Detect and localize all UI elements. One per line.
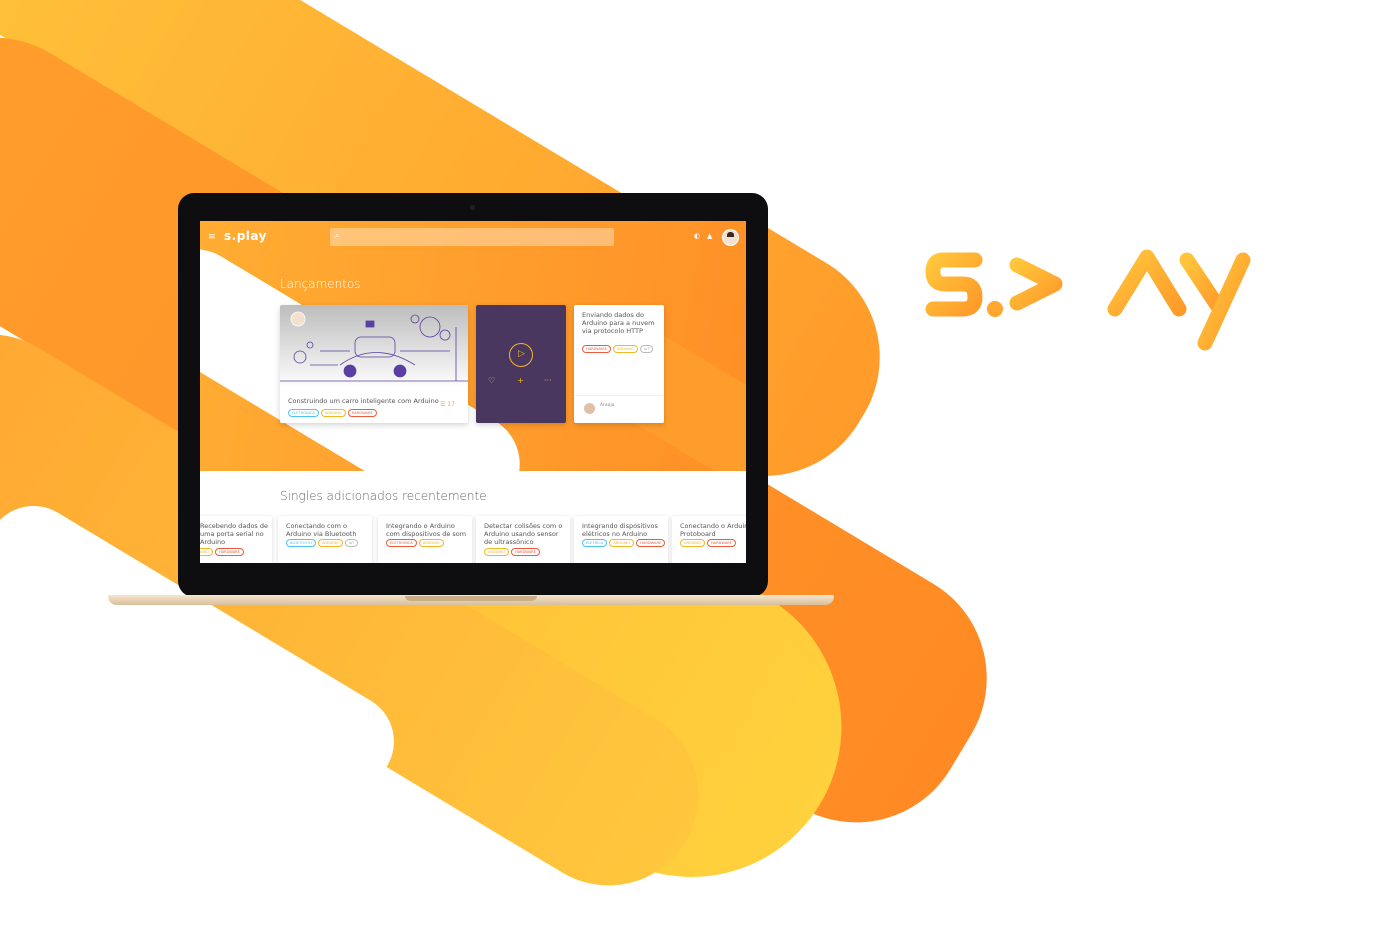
theme-icon[interactable]: ◐ [694, 232, 700, 240]
laptop-base-notch [405, 596, 537, 601]
search-input[interactable]: ⌕ [330, 228, 614, 246]
single-card[interactable]: Conectando o Arduino na Protoboard ARDUI… [672, 516, 746, 563]
app-logo[interactable]: s.play [224, 229, 267, 243]
featured-course-card[interactable]: Construindo um carro inteligente com Ard… [280, 305, 468, 423]
section-title-launches: Lançamentos [280, 277, 361, 291]
avatar[interactable] [722, 229, 739, 246]
course-title: Construindo um carro inteligente com Ard… [288, 397, 439, 405]
app-topbar: ≡ s.play ⌕ ◐ ▲ [200, 221, 746, 253]
tag[interactable]: IoT [639, 345, 654, 353]
single-tags: ARDUINO HARDWARE [200, 548, 244, 556]
robot-car-illustration [280, 311, 468, 382]
laptop-camera [470, 205, 475, 210]
splay-logo [925, 215, 1251, 351]
more-icon[interactable]: ··· [544, 376, 552, 385]
single-card[interactable]: Conectando com o Arduino via Bluetooth B… [278, 516, 372, 563]
heart-icon[interactable]: ♡ [488, 376, 495, 385]
single-tags: ARDUINO HARDWARE [680, 539, 736, 547]
tag[interactable]: ARDUINO [609, 539, 635, 547]
single-card[interactable]: Detectar colisões com o Arduino usando s… [476, 516, 570, 563]
author-name[interactable]: Araújo [600, 403, 615, 408]
tag[interactable]: ARDUINO [613, 345, 638, 353]
article-footer: Araújo [574, 395, 664, 423]
tag[interactable]: HARDWARE [706, 539, 736, 547]
tag[interactable]: ARDUINO [418, 539, 444, 547]
play-icon: ▷ [518, 349, 525, 359]
tag[interactable]: IoT [344, 539, 359, 547]
course-illustration [280, 305, 468, 389]
single-tags: BLUETOOTH ARDUINO IoT [286, 539, 359, 547]
article-card[interactable]: Enviando dados do Arduino para a nuvem v… [574, 305, 664, 423]
tag[interactable]: HARDWARE [582, 345, 612, 353]
tag[interactable]: ARDUINO [320, 409, 346, 417]
menu-icon[interactable]: ≡ [208, 232, 216, 242]
single-card[interactable]: Recebendo dados de uma porta serial no A… [200, 516, 272, 563]
tag[interactable]: HARDWARE [347, 409, 377, 417]
article-tags: HARDWARE ARDUINO IoT [582, 345, 654, 353]
tag[interactable]: ARDUINO [317, 539, 343, 547]
course-tags: ELETRÔNICA ARDUINO HARDWARE [288, 409, 377, 417]
tag[interactable]: HARDWARE [636, 539, 666, 547]
section-title-singles: Singles adicionados recentemente [280, 489, 487, 503]
single-card[interactable]: Integrando dispositivos elétricos no Ard… [574, 516, 668, 563]
add-icon[interactable]: + [517, 376, 524, 385]
single-tags: ARDUINO HARDWARE [484, 548, 540, 556]
tag[interactable]: BLUETOOTH [286, 539, 316, 547]
single-title: Conectando com o Arduino via Bluetooth [286, 522, 357, 538]
single-title: Integrando o Arduino com dispositivos de… [386, 522, 467, 538]
avatar[interactable] [584, 403, 595, 414]
single-tags: ELÉTRICA ARDUINO HARDWARE [582, 539, 666, 547]
single-card[interactable]: Integrando o Arduino com dispositivos de… [378, 516, 472, 563]
tag[interactable]: HARDWARE [510, 548, 540, 556]
tag[interactable]: HARDWARE [214, 548, 244, 556]
single-title: Conectando o Arduino na Protoboard [680, 522, 746, 538]
single-title: Detectar colisões com o Arduino usando s… [484, 522, 563, 546]
notification-bell-icon[interactable]: ▲ [707, 232, 712, 240]
tag[interactable]: ELÉTRICA [582, 539, 608, 547]
lesson-count: ☰ 17 [440, 401, 455, 408]
single-title: Recebendo dados de uma porta serial no A… [200, 522, 268, 546]
search-icon: ⌕ [335, 231, 340, 240]
tag[interactable]: ELETRÔNICA [288, 409, 319, 417]
video-card[interactable]: ▷ ♡ + ··· [476, 305, 566, 423]
tag[interactable]: ELETRÔNICA [386, 539, 417, 547]
single-title: Integrando dispositivos elétricos no Ard… [582, 522, 658, 538]
laptop-screen: ≡ s.play ⌕ ◐ ▲ Lançamentos Construindo u… [200, 221, 746, 563]
tag[interactable]: ARDUINO [200, 548, 213, 556]
tag[interactable]: ARDUINO [680, 539, 705, 547]
article-title: Enviando dados do Arduino para a nuvem v… [582, 311, 655, 335]
tag[interactable]: ARDUINO [484, 548, 509, 556]
single-tags: ELETRÔNICA ARDUINO [386, 539, 444, 547]
play-button[interactable]: ▷ [509, 343, 533, 367]
